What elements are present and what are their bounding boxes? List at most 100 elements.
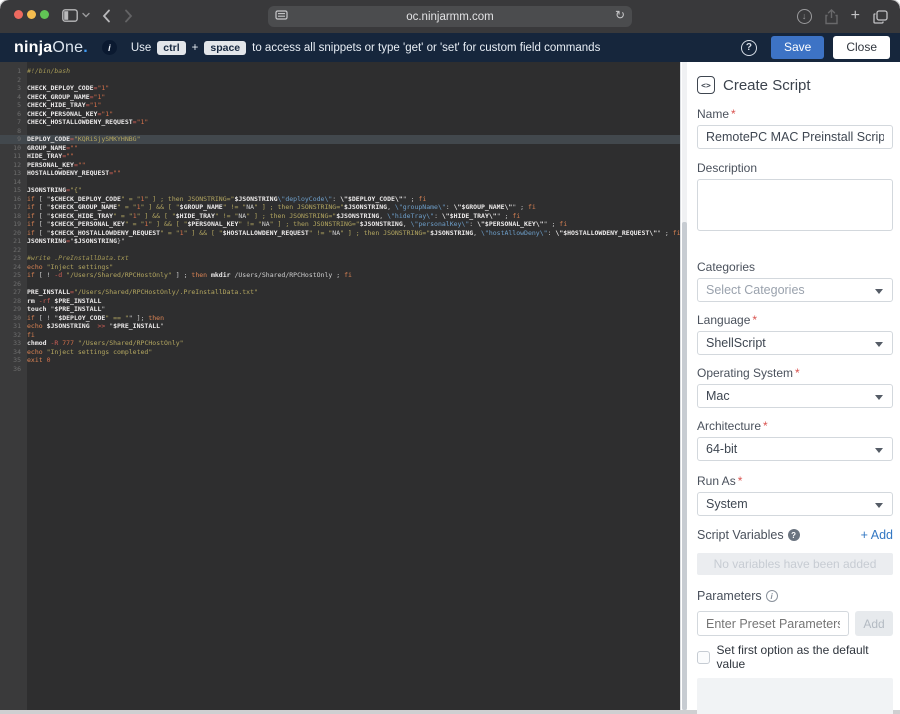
code-line[interactable]: 5 CHECK_HIDE_TRAY="1" [0, 101, 680, 110]
line-number: 31 [13, 322, 21, 330]
code-line[interactable]: 10 GROUP_NAME="" [0, 144, 680, 153]
downloads-icon[interactable]: ↓ [796, 9, 812, 24]
parameters-info-icon[interactable]: i [765, 590, 778, 602]
code-line[interactable]: 32 fi [0, 331, 680, 340]
language-select[interactable]: ShellScript [697, 331, 893, 355]
help-icon[interactable]: ? [740, 39, 757, 56]
operating-system-select[interactable]: Mac [697, 384, 893, 408]
code-line[interactable]: 19 if [ "$CHECK_PERSONAL_KEY" = "1" ] && … [0, 220, 680, 229]
forward-icon[interactable] [124, 9, 133, 23]
description-field[interactable] [697, 179, 893, 231]
code-line[interactable]: 36 [0, 365, 680, 374]
code-line[interactable]: 28 rm -rf $PRE_INSTALL [0, 297, 680, 306]
code-line[interactable]: 9 DEPLOY_CODE="KQRiSjySMKYHNBG" [0, 135, 680, 144]
tab-overview-icon[interactable] [873, 9, 888, 24]
code-line[interactable]: 11 HIDE_TRAY="" [0, 152, 680, 161]
code-line[interactable]: 18 if [ "$CHECK_HIDE_TRAY" = "1" ] && [ "… [0, 212, 680, 221]
run-as-select[interactable]: System [697, 492, 893, 516]
ctrl-key-badge: ctrl [157, 40, 186, 55]
code-line[interactable]: 29 touch "$PRE_INSTALL" [0, 305, 680, 314]
line-number: 21 [13, 237, 21, 245]
code-line[interactable]: 17 if [ "$CHECK_GROUP_NAME" = "1" ] && [ … [0, 203, 680, 212]
operating-system-label: Operating System * [697, 366, 800, 380]
chevron-down-icon[interactable] [82, 12, 90, 18]
new-tab-icon[interactable]: + [851, 7, 860, 24]
code-line[interactable]: 4 CHECK_GROUP_NAME="1" [0, 93, 680, 102]
code-line[interactable]: 8 [0, 127, 680, 136]
site-settings-icon[interactable] [275, 10, 288, 22]
space-key-badge: space [204, 40, 247, 55]
share-icon[interactable] [824, 8, 838, 25]
add-variable-button[interactable]: + Add [861, 528, 893, 542]
code-line[interactable]: 12 PERSONAL_KEY="" [0, 161, 680, 170]
code-line[interactable]: 33 chmod -R 777 "/Users/Shared/RPCHostOnl… [0, 339, 680, 348]
code-line[interactable]: 13 HOSTALLOWDENY_REQUEST="" [0, 169, 680, 178]
line-number: 30 [13, 313, 21, 322]
code-line[interactable]: 7 CHECK_HOSTALLOWDENY_REQUEST="1" [0, 118, 680, 127]
line-number: 5 [17, 101, 21, 109]
line-number: 26 [13, 279, 21, 288]
default-value-checkbox-label: Set first option as the default value [716, 643, 869, 671]
code-line[interactable]: 24 echo "Inject settings" [0, 263, 680, 272]
script-variables-info-icon[interactable]: ? [787, 529, 800, 541]
line-number: 8 [17, 126, 21, 135]
reload-icon[interactable]: ↻ [615, 8, 625, 22]
code-line[interactable]: 23 #write .PreInstallData.txt [0, 254, 680, 263]
chevron-down-icon [875, 395, 883, 400]
line-number: 7 [17, 118, 21, 126]
code-line[interactable]: 3 CHECK_DEPLOY_CODE="1" [0, 84, 680, 93]
line-number: 36 [13, 364, 21, 373]
snippet-hint: Use ctrl + space to access all snippets … [130, 40, 601, 55]
code-line[interactable]: 15 JSONSTRING="{" [0, 186, 680, 195]
name-field[interactable] [697, 125, 893, 149]
sidebar-icon[interactable] [62, 9, 78, 22]
save-button[interactable]: Save [770, 36, 825, 59]
line-number: 9 [17, 135, 21, 143]
line-number: 20 [13, 228, 21, 237]
line-number: 1 [17, 67, 21, 75]
variables-empty-state: No variables have been added [697, 553, 893, 575]
close-window-button[interactable] [14, 10, 23, 19]
add-parameter-button[interactable]: Add [855, 611, 893, 636]
app-header: ninjaOne. i Use ctrl + space to access a… [0, 33, 900, 62]
code-line[interactable]: 25 if [ ! -d "/Users/Shared/RPCHostOnly" … [0, 271, 680, 280]
zoom-window-button[interactable] [40, 10, 49, 19]
default-value-checkbox[interactable] [697, 650, 710, 664]
ninjaone-logo: ninjaOne. [14, 38, 88, 56]
code-line[interactable]: 16 if [ "$CHECK_DEPLOY_CODE" = "1" ] ; th… [0, 195, 680, 204]
code-line[interactable]: 27 PRE_INSTALL="/Users/Shared/RPCHostOnly… [0, 288, 680, 297]
architecture-label: Architecture * [697, 419, 768, 433]
create-script-panel: <> Create Script Name* Description Categ… [680, 62, 900, 714]
code-line[interactable]: 34 echo "Inject settings completed" [0, 348, 680, 357]
code-line[interactable]: 22 [0, 246, 680, 255]
categories-select[interactable]: Select Categories [697, 278, 893, 302]
preset-parameters-input[interactable] [697, 611, 849, 636]
close-button[interactable]: Close [833, 36, 890, 59]
architecture-select[interactable]: 64-bit [697, 437, 893, 461]
line-number: 28 [13, 296, 21, 305]
code-line[interactable]: 26 [0, 280, 680, 289]
chevron-down-icon [875, 342, 883, 347]
description-label: Description [697, 161, 758, 175]
panel-scrollbar-thumb[interactable] [682, 222, 687, 710]
parameters-label: Parameters i [697, 589, 778, 603]
script-code-editor[interactable]: 1 #!/bin/bash 2 3 CHECK_DEPLOY_CODE="1" 4 CHEC… [0, 62, 680, 710]
line-number: 15 [13, 186, 21, 194]
code-line[interactable]: 2 [0, 76, 680, 85]
code-line[interactable]: 14 [0, 178, 680, 187]
code-line[interactable]: 30 if [ ! "$DEPLOY_CODE" == "" ]; then [0, 314, 680, 323]
minimize-window-button[interactable] [27, 10, 36, 19]
code-line[interactable]: 35 exit 0 [0, 356, 680, 365]
code-line[interactable]: 20 if [ "$CHECK_HOSTALLOWDENY_REQUEST" = … [0, 229, 680, 238]
info-icon[interactable]: i [101, 40, 117, 55]
address-bar[interactable]: oc.ninjarmm.com ↻ [268, 6, 632, 27]
line-number: 18 [13, 211, 21, 220]
code-line[interactable]: 21 JSONSTRING="$JSONSTRING}" [0, 237, 680, 246]
code-line[interactable]: 6 CHECK_PERSONAL_KEY="1" [0, 110, 680, 119]
code-line[interactable]: 31 echo $JSONSTRING >> "$PRE_INSTALL" [0, 322, 680, 331]
chevron-down-icon [875, 289, 883, 294]
line-number: 13 [13, 169, 21, 177]
code-line[interactable]: 1 #!/bin/bash [0, 67, 680, 76]
back-icon[interactable] [102, 9, 111, 23]
language-label: Language * [697, 313, 758, 327]
